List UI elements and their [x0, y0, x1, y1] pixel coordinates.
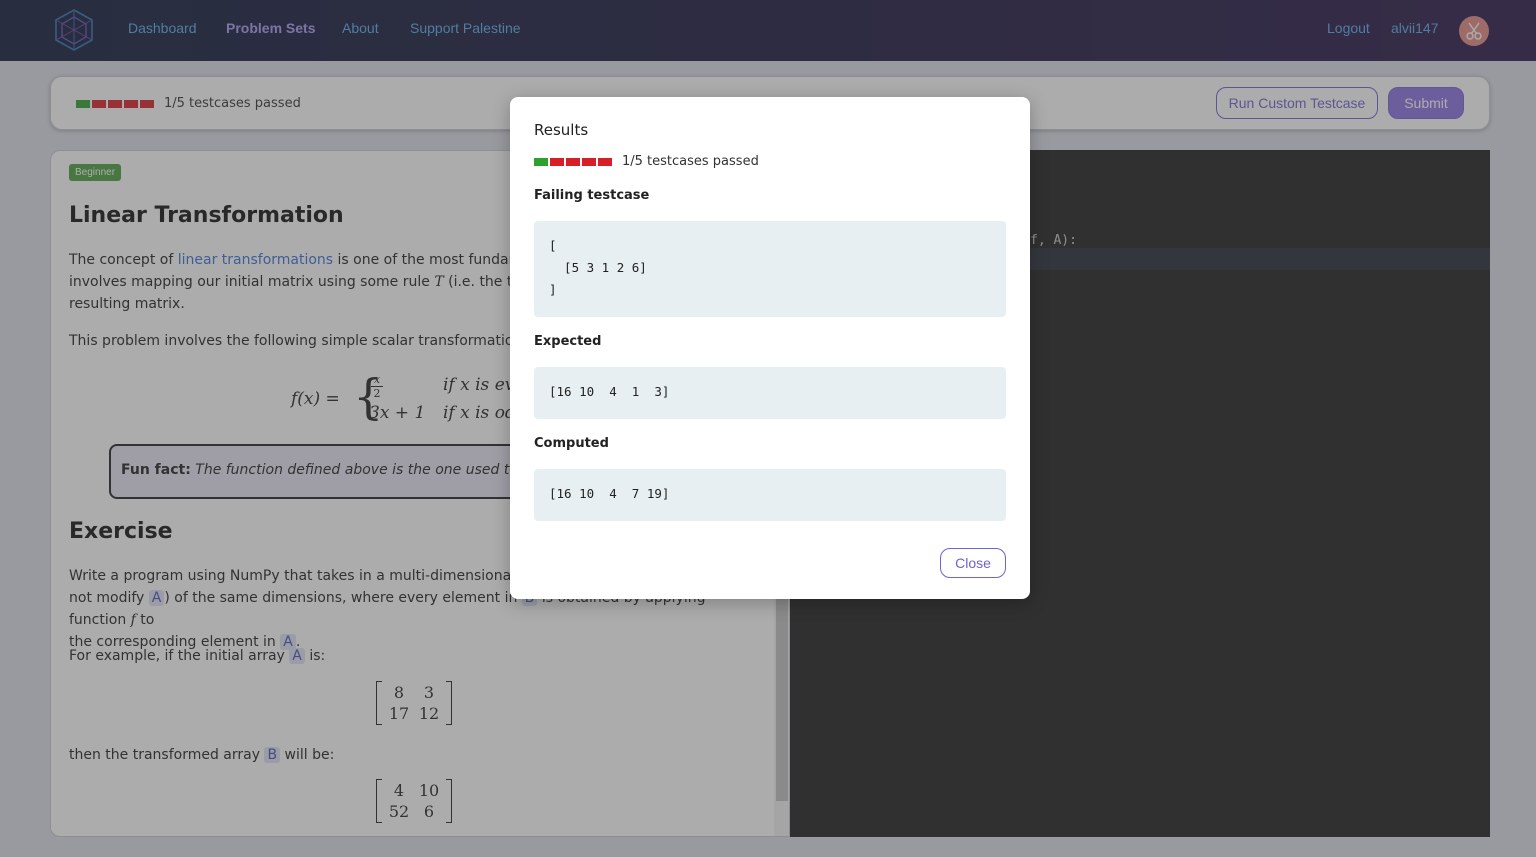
computed-label: Computed	[534, 436, 609, 451]
modal-progress-text: 1/5 testcases passed	[622, 154, 759, 169]
computed-value: [16 10 4 7 19]	[534, 469, 1006, 521]
expected-value: [16 10 4 1 3]	[534, 367, 1006, 419]
modal-progress-bar	[534, 157, 612, 166]
modal-testcase-result-1	[534, 157, 548, 166]
close-button[interactable]: Close	[940, 548, 1006, 578]
modal-testcase-result-5	[598, 157, 612, 166]
modal-testcase-result-3	[566, 157, 580, 166]
results-modal: Results 1/5 testcases passed Failing tes…	[510, 97, 1030, 599]
modal-testcase-status: 1/5 testcases passed	[534, 154, 759, 169]
modal-testcase-result-4	[582, 157, 596, 166]
modal-title: Results	[534, 121, 589, 139]
failing-testcase-label: Failing testcase	[534, 188, 650, 203]
modal-testcase-result-2	[550, 157, 564, 166]
expected-label: Expected	[534, 334, 602, 349]
failing-testcase-value: [ [5 3 1 2 6] ]	[534, 221, 1006, 317]
